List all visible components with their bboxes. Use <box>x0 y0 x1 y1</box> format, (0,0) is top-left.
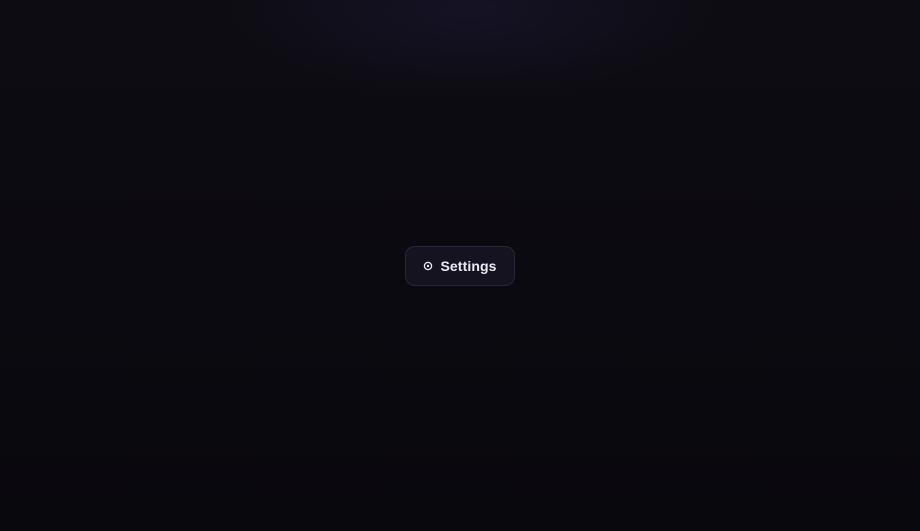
gear-icon <box>423 261 433 271</box>
app-canvas: Settings <box>0 0 920 531</box>
settings-button-label: Settings <box>440 258 497 274</box>
settings-button[interactable]: Settings <box>405 246 515 286</box>
